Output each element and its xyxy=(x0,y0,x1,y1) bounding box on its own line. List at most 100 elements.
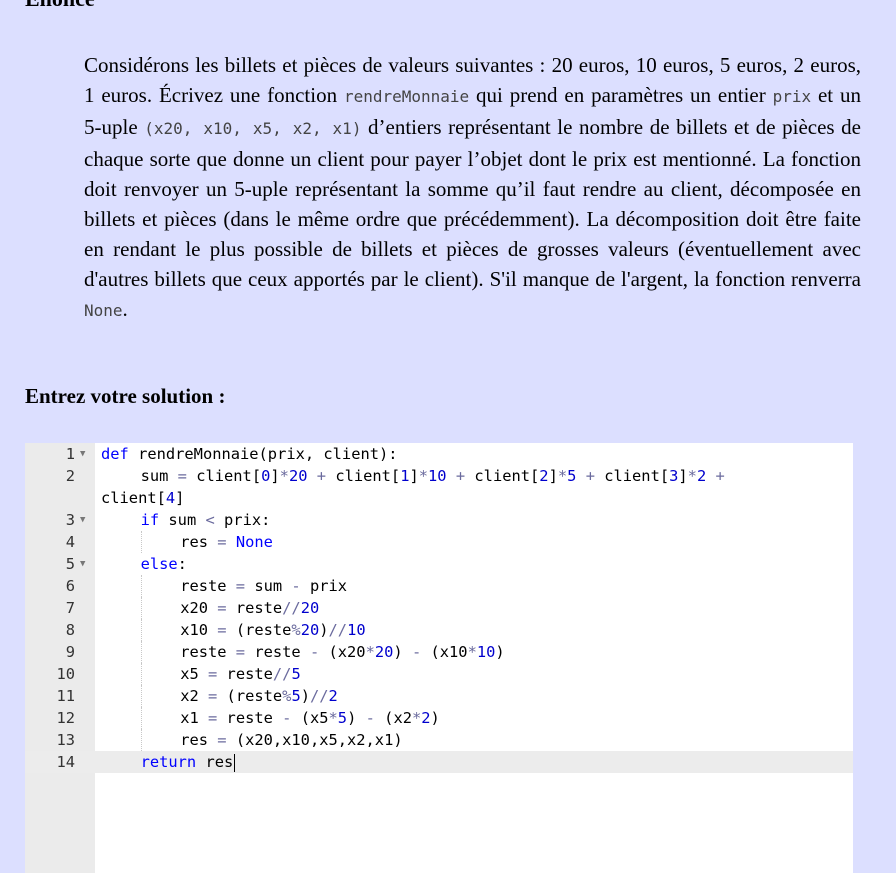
code-text[interactable]: x10 = (reste%20)//10 xyxy=(101,619,845,641)
line-number: 7 xyxy=(65,599,75,617)
code-token: x2 xyxy=(180,687,208,705)
code-line[interactable]: 11 x2 = (reste%5)//2 xyxy=(25,685,853,707)
none-code: None xyxy=(84,301,123,320)
code-token: 20 xyxy=(288,467,308,485)
code-line[interactable]: 1 ▼ def rendreMonnaie(prix, client): xyxy=(25,443,853,465)
code-lines[interactable]: 1 ▼ def rendreMonnaie(prix, client): 2 sum =… xyxy=(25,443,853,773)
code-token: reste xyxy=(217,665,273,683)
statement-heading: Enoncé xyxy=(25,0,95,12)
code-line[interactable]: 8 x10 = (reste%20)//10 xyxy=(25,619,853,641)
code-token: 10 xyxy=(347,621,366,639)
code-line[interactable]: 6 reste = sum - prix xyxy=(25,575,853,597)
code-token: (reste xyxy=(226,621,292,639)
code-token: 2 xyxy=(421,709,431,727)
code-token: = xyxy=(208,709,218,727)
code-token: = xyxy=(217,533,227,551)
code-token: + xyxy=(455,467,466,485)
code-line[interactable]: 14 return res xyxy=(25,751,853,773)
code-line[interactable]: 13 res = (x20,x10,x5,x2,x1) xyxy=(25,729,853,751)
code-token: else xyxy=(140,555,178,573)
fold-arrow-icon[interactable]: ▼ xyxy=(80,443,85,465)
code-token: 0 xyxy=(261,467,271,485)
code-line[interactable]: 5 ▼ else: xyxy=(25,553,853,575)
code-token: x5 xyxy=(180,665,208,683)
code-text[interactable]: res = (x20,x10,x5,x2,x1) xyxy=(101,729,845,751)
code-token: prix: xyxy=(214,511,271,529)
code-token: 5 xyxy=(567,467,577,485)
code-token: res xyxy=(180,731,218,749)
line-number: 5 xyxy=(65,555,75,573)
code-token: + xyxy=(715,467,725,485)
code-line[interactable]: 12 x1 = reste - (x5*5) - (x2*2) xyxy=(25,707,853,729)
code-token: ] xyxy=(678,467,688,485)
code-line[interactable]: 3 ▼ if sum < prix: xyxy=(25,509,853,531)
code-text[interactable]: x1 = reste - (x5*5) - (x2*2) xyxy=(101,707,845,729)
code-token: ] xyxy=(175,489,185,507)
statement-text: qui prend en paramètres un entier xyxy=(469,83,773,107)
code-text[interactable]: x2 = (reste%5)//2 xyxy=(101,685,845,707)
line-number: 2 xyxy=(65,467,75,485)
code-token: res xyxy=(196,753,234,771)
code-token: 2 xyxy=(539,467,549,485)
code-text[interactable]: res = None xyxy=(101,531,845,553)
code-token: 4 xyxy=(165,489,176,507)
code-text[interactable]: reste = reste - (x20*20) - (x10*10) xyxy=(101,641,845,663)
code-token: % xyxy=(291,621,301,639)
line-number: 3 xyxy=(65,511,75,529)
code-token: ) xyxy=(430,709,440,727)
code-text[interactable]: sum = client[0]*20 + client[1]*10 + clie… xyxy=(101,465,845,509)
line-number: 1 xyxy=(65,445,75,463)
code-text[interactable]: if sum < prix: xyxy=(101,509,845,531)
code-token: ) xyxy=(495,643,505,661)
code-token: (x20 xyxy=(319,643,366,661)
code-token: 10 xyxy=(476,643,496,661)
param-prix-code: prix xyxy=(772,87,812,106)
code-token: sum xyxy=(159,511,206,529)
code-token: * xyxy=(418,467,429,485)
code-token: client[ xyxy=(465,467,540,485)
code-token: reste xyxy=(226,599,283,617)
code-token: // xyxy=(328,621,348,639)
code-token: ) xyxy=(319,621,329,639)
code-token: - xyxy=(411,643,422,661)
code-token: 5 xyxy=(291,665,301,683)
code-text[interactable]: x5 = reste//5 xyxy=(101,663,845,685)
code-text[interactable]: return res xyxy=(101,751,845,773)
code-token: // xyxy=(272,665,292,683)
code-token: x20 xyxy=(180,599,218,617)
code-line[interactable]: 10 x5 = reste//5 xyxy=(25,663,853,685)
code-token: x10 xyxy=(180,621,218,639)
code-token: client[ xyxy=(594,467,670,485)
code-line[interactable]: 7 x20 = reste//20 xyxy=(25,597,853,619)
code-text[interactable]: def rendreMonnaie(prix, client): xyxy=(101,443,845,465)
code-token: = xyxy=(177,467,187,485)
text-cursor xyxy=(234,753,236,772)
code-editor[interactable]: 1 ▼ def rendreMonnaie(prix, client): 2 sum =… xyxy=(25,443,853,873)
code-text[interactable]: else: xyxy=(101,553,845,575)
code-token: = xyxy=(208,665,218,683)
code-token: = xyxy=(208,687,218,705)
fold-arrow-icon[interactable]: ▼ xyxy=(80,553,85,575)
code-token: ] xyxy=(409,467,419,485)
code-token: prix xyxy=(300,577,348,595)
code-line[interactable]: 4 res = None xyxy=(25,531,853,553)
line-number: 13 xyxy=(56,731,75,749)
code-token: (x2 xyxy=(374,709,412,727)
code-text[interactable]: reste = sum - prix xyxy=(101,575,845,597)
code-token: rendreMonnaie(prix, client): xyxy=(128,445,398,463)
statement-text: . xyxy=(122,297,128,321)
code-text[interactable]: x20 = reste//20 xyxy=(101,597,845,619)
code-token: < xyxy=(205,511,215,529)
code-line[interactable]: 2 sum = client[0]*20 + client[1]*10 + cli… xyxy=(25,465,853,509)
fold-arrow-icon[interactable]: ▼ xyxy=(80,509,85,531)
code-token: 20 xyxy=(300,621,320,639)
code-line[interactable]: 9 reste = reste - (x20*20) - (x10*10) xyxy=(25,641,853,663)
code-token: client[ xyxy=(186,467,262,485)
function-name-code: rendreMonnaie xyxy=(343,87,470,106)
statement-text: d’entiers représentant le nombre de bill… xyxy=(84,115,861,291)
code-token: if xyxy=(140,511,160,529)
solution-heading: Entrez votre solution : xyxy=(25,384,226,408)
code-token: reste xyxy=(180,577,236,595)
